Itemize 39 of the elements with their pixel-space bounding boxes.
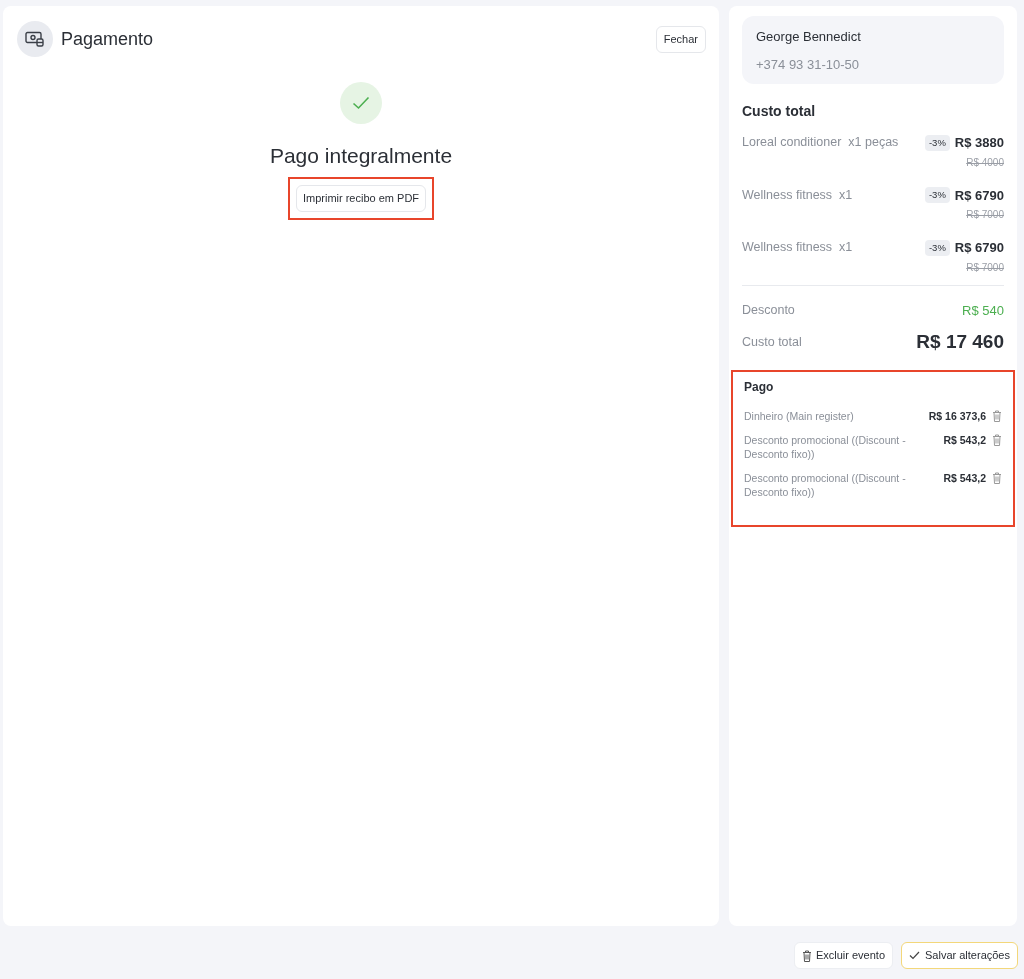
discount-badge: -3% — [924, 239, 950, 256]
print-pdf-button[interactable]: Imprimir recibo em PDF — [295, 184, 427, 212]
status-title: Pago integralmente — [269, 143, 453, 169]
payment-amount: R$ 16 373,6 — [928, 408, 986, 423]
trash-icon — [801, 949, 812, 962]
discount-label: Desconto — [742, 301, 795, 319]
item-price: R$ 6790 — [954, 239, 1004, 257]
client-name: George Bennedict — [756, 28, 862, 46]
total-label: Custo total — [742, 333, 802, 351]
trash-icon[interactable] — [992, 471, 1002, 484]
client-phone: +374 93 31-10-50 — [756, 55, 860, 74]
save-changes-button[interactable]: Salvar alterações — [901, 942, 1018, 969]
payment-name: Desconto promocional ((Discount - Desconto fixo)) — [744, 470, 907, 499]
success-check-icon — [340, 82, 382, 124]
section-title: Custo total — [742, 102, 817, 121]
item-name: Wellness fitness x1 — [742, 186, 853, 204]
payment-icon — [17, 21, 53, 57]
payment-name: Dinheiro (Main register) — [744, 408, 855, 423]
trash-icon[interactable] — [992, 409, 1002, 422]
discount-badge: -3% — [924, 187, 950, 204]
close-button[interactable]: Fechar — [655, 25, 706, 53]
delete-event-button[interactable]: Excluir evento — [793, 942, 893, 969]
total-value: R$ 17 460 — [916, 330, 1004, 354]
payment-amount: R$ 543,2 — [943, 470, 986, 485]
item-name: Loreal conditioner x1 peças — [742, 134, 899, 151]
old-price: R$ 7000 — [966, 260, 1004, 275]
payment-name: Desconto promocional ((Discount - Desconto fixo)) — [744, 432, 907, 461]
check-icon — [909, 951, 920, 960]
discount-badge: -3% — [924, 134, 950, 151]
item-name: Wellness fitness x1 — [742, 239, 853, 256]
item-price: R$ 3880 — [954, 134, 1004, 152]
section-title: Pago — [744, 378, 775, 396]
trash-icon[interactable] — [992, 433, 1002, 446]
payment-amount: R$ 543,2 — [943, 432, 986, 447]
discount-value: R$ 540 — [962, 301, 1004, 320]
page-title: Pagamento — [61, 27, 154, 51]
item-price: R$ 6790 — [954, 186, 1004, 205]
old-price: R$ 7000 — [966, 208, 1004, 222]
old-price: R$ 4000 — [966, 155, 1004, 170]
